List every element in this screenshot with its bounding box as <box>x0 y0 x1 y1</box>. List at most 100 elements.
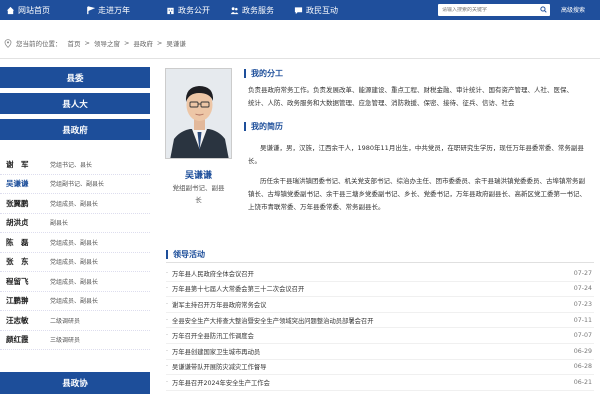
nav-gov-service-label: 政务服务 <box>242 5 274 15</box>
search-box <box>438 4 550 16</box>
news-date: 07-23 <box>573 300 592 308</box>
news-title: 万年县人民政府全体会议召开 <box>166 269 254 278</box>
breadcrumb-home[interactable]: 首页 <box>68 38 81 48</box>
sidebar-section-county-congress[interactable]: 县人大 <box>0 93 150 114</box>
news-title: 万年县召开2024年安全生产工作会 <box>166 378 270 387</box>
leader-item[interactable]: 颜红霞 三级调研员 <box>0 331 150 350</box>
flag-icon <box>87 5 95 14</box>
news-title: 吴谦谦带队开展防灾减灾工作督导 <box>166 362 266 371</box>
news-date: 07-24 <box>573 285 592 293</box>
leader-position: 党组成员、副县长 <box>50 259 99 267</box>
leader-item[interactable]: 汪志敏 二级调研员 <box>0 311 150 331</box>
profile-name: 吴谦谦 <box>184 171 212 181</box>
breadcrumb-leaders[interactable]: 领导之窗 <box>94 38 120 48</box>
divider <box>0 58 600 59</box>
news-date: 06-21 <box>573 378 592 386</box>
nav-interaction-label: 政民互动 <box>306 5 338 15</box>
top-nav: 网站首页 走进万年 政务公开 政务服务 政民互动 高级搜索 <box>0 0 600 20</box>
news-date: 07-27 <box>573 269 592 277</box>
duties-heading: 我的分工 <box>244 68 283 79</box>
leader-name: 陈 磊 <box>6 237 29 247</box>
search-icon[interactable] <box>540 6 547 13</box>
breadcrumb: 您当前的位置： 首页 > 领导之窗 > 县政府 > 吴谦谦 <box>0 36 600 50</box>
profile-title-line1: 党组副书记、副县 <box>172 184 225 192</box>
leader-item[interactable]: 程留飞 党组成员、副县长 <box>0 272 150 292</box>
nav-walk-in-label: 走进万年 <box>98 5 130 15</box>
leader-name: 谢 军 <box>6 159 29 169</box>
nav-gov-service[interactable]: 政务服务 <box>226 0 278 20</box>
leader-position: 党组成员、副县长 <box>50 239 99 247</box>
leader-list: 谢 军党组书记、县长 吴谦谦 党组副书记、副县长 张翼鹏 党组成员、副县长 胡洪贞副… <box>0 155 150 350</box>
news-date: 07-07 <box>573 332 592 340</box>
breadcrumb-current: 吴谦谦 <box>166 40 186 48</box>
resume-paragraph-1: 吴谦谦，男，汉族，江西余干人，1980年11月出生，中共党员，在职研究生学历，现… <box>248 144 584 165</box>
resume-paragraph-2: 历任余干县瑞洪镇团委书记、机关党支部书记、综治办主任、团市委委员、余干县瑞洪镇党… <box>248 177 586 211</box>
leader-name: 张翼鹏 <box>6 198 29 208</box>
news-item[interactable]: 万年县创建国家卫生城市再动员 06-29 <box>166 344 594 360</box>
people-icon <box>230 6 239 14</box>
profile-title-line2: 长 <box>195 196 202 204</box>
divider <box>166 262 594 263</box>
leader-position: 党组副书记、副县长 <box>50 181 105 189</box>
news-item[interactable]: 万年召开全县防汛工作调度会 07-07 <box>166 328 594 344</box>
news-item[interactable]: 吴谦谦带队开展防灾减灾工作督导 06-28 <box>166 360 594 376</box>
leader-item[interactable]: 陈 磊 党组成员、副县长 <box>0 233 150 253</box>
leader-position: 三级调研员 <box>50 337 81 345</box>
leader-name: 吴谦谦 <box>6 179 29 189</box>
nav-home-label: 网站首页 <box>18 5 50 15</box>
leader-item[interactable]: 张翼鹏 党组成员、副县长 <box>0 194 150 214</box>
portrait-image <box>166 69 231 158</box>
news-date: 07-11 <box>573 316 592 324</box>
leader-item[interactable]: 胡洪贞 副县长 <box>0 214 150 233</box>
leader-item[interactable]: 江鹏翀 党组成员、副县长 <box>0 292 150 311</box>
news-date: 06-28 <box>573 363 592 371</box>
news-title: 万年县第十七届人大常委会第三十二次会议召开 <box>166 284 304 293</box>
resume-heading: 我的简历 <box>244 121 283 132</box>
news-title: 万年召开全县防汛工作调度会 <box>166 331 254 340</box>
leader-position: 党组成员、副县长 <box>50 200 99 208</box>
news-item[interactable]: 万年县人民政府全体会议召开 07-27 <box>166 266 594 282</box>
news-title: 全县安全生产大排查大整治暨安全生产领域突出问题整治动员部署会召开 <box>166 316 374 325</box>
advanced-search-link[interactable]: 高级搜索 <box>561 5 585 14</box>
nav-gov-open-label: 政务公开 <box>178 5 210 15</box>
location-pin-icon <box>4 38 12 48</box>
nav-interaction[interactable]: 政民互动 <box>290 0 342 20</box>
leader-position: 党组成员、副县长 <box>50 298 99 306</box>
nav-walk-in[interactable]: 走进万年 <box>82 0 134 20</box>
activities-list: 万年县人民政府全体会议召开 07-27 万年县第十七届人大常委会第三十二次会议召开… <box>166 266 594 391</box>
news-item[interactable]: 全县安全生产大排查大整治暨安全生产领域突出问题整治动员部署会召开 07-11 <box>166 313 594 329</box>
search-input[interactable] <box>442 7 536 13</box>
leader-position: 副县长 <box>50 220 69 228</box>
news-item[interactable]: 万年县召开2024年安全生产工作会 06-21 <box>166 375 594 391</box>
breadcrumb-separator: > <box>123 39 130 47</box>
breadcrumb-prefix: 您当前的位置： <box>16 40 62 48</box>
duties-text: 负责县政府常务工作。负责发展改革、能源建设、重点工程、财税金融、审计统计、国有资… <box>248 86 573 107</box>
profile-title: 党组副书记、副县 长 <box>160 182 237 206</box>
breadcrumb-county-gov[interactable]: 县政府 <box>133 38 153 48</box>
leader-name: 胡洪贞 <box>6 218 29 228</box>
chat-icon <box>294 6 303 14</box>
leader-name: 江鹏翀 <box>6 296 29 306</box>
leader-position: 二级调研员 <box>50 317 81 325</box>
building-icon <box>167 7 174 14</box>
sidebar-section-county-gov[interactable]: 县政府 <box>0 119 150 140</box>
news-date: 06-29 <box>573 347 592 355</box>
leader-position: 党组书记、县长 <box>50 161 93 169</box>
activities-heading: 领导活动 <box>166 249 205 260</box>
news-title: 万年县创建国家卫生城市再动员 <box>166 347 260 356</box>
leader-item[interactable]: 谢 军 党组书记、县长 <box>0 155 150 175</box>
sidebar-section-county-committee[interactable]: 县委 <box>0 67 150 88</box>
profile-photo <box>165 68 232 159</box>
home-icon <box>6 6 15 14</box>
leader-item[interactable]: 张 东 党组成员、副县长 <box>0 253 150 272</box>
leader-name: 汪志敏 <box>6 315 29 325</box>
leader-name: 颜红霞 <box>6 335 29 345</box>
leader-item[interactable]: 吴谦谦 党组副书记、副县长 <box>0 175 150 194</box>
news-item[interactable]: 谢军主持召开万年县政府常务会议 07-23 <box>166 297 594 313</box>
nav-gov-open[interactable]: 政务公开 <box>162 0 214 20</box>
nav-home[interactable]: 网站首页 <box>2 0 54 20</box>
sidebar: 县委 县人大 县政府 <box>0 67 150 145</box>
news-item[interactable]: 万年县第十七届人大常委会第三十二次会议召开 07-24 <box>166 282 594 298</box>
sidebar-section-cppcc[interactable]: 县政协 <box>0 372 150 394</box>
leader-name: 张 东 <box>6 257 29 267</box>
